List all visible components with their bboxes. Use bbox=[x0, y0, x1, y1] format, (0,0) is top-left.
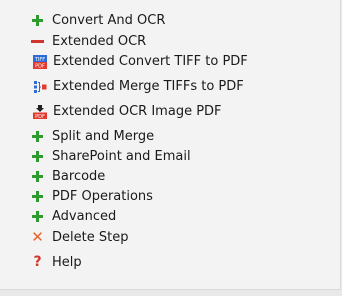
menu-item-label: Delete Step bbox=[52, 230, 129, 245]
menu-item-label: Split and Merge bbox=[52, 129, 155, 144]
menu-item-sharepoint-and-email[interactable]: SharePoint and Email bbox=[31, 149, 191, 164]
plus-icon bbox=[31, 170, 44, 183]
menu-item-pdf-operations[interactable]: PDF Operations bbox=[31, 189, 153, 204]
svg-text:PDF: PDF bbox=[35, 114, 45, 119]
submenu-item-label: Extended OCR Image PDF bbox=[53, 104, 222, 119]
plus-icon bbox=[31, 14, 44, 27]
menu-item-split-and-merge[interactable]: Split and Merge bbox=[31, 129, 154, 144]
menu-item-label: Barcode bbox=[52, 169, 106, 184]
merge-icon bbox=[34, 80, 47, 93]
ocr-pdf-icon: PDF bbox=[33, 104, 47, 119]
menu-item-label: Help bbox=[52, 255, 82, 270]
menu-item-advanced[interactable]: Advanced bbox=[31, 209, 116, 224]
plus-icon bbox=[31, 190, 44, 203]
submenu-item-extended-convert-tiff[interactable]: TIFF PDF Extended Convert TIFF to PDF bbox=[33, 54, 248, 69]
menu-item-delete-step[interactable]: ✕ Delete Step bbox=[31, 228, 129, 246]
menu-item-help[interactable]: ? Help bbox=[31, 254, 82, 270]
plus-icon bbox=[31, 210, 44, 223]
x-icon: ✕ bbox=[31, 228, 44, 246]
plus-icon bbox=[31, 130, 44, 143]
tiff-pdf-icon: TIFF PDF bbox=[33, 54, 47, 69]
menu-item-label: Extended OCR bbox=[52, 34, 147, 49]
submenu-item-label: Extended Merge TIFFs to PDF bbox=[53, 79, 244, 94]
plus-icon bbox=[31, 150, 44, 163]
step-menu-panel: Convert And OCR Extended OCR TIFF PDF Ex… bbox=[0, 0, 341, 290]
svg-text:TIFF: TIFF bbox=[34, 57, 45, 63]
menu-item-label: Advanced bbox=[52, 209, 117, 224]
submenu-item-extended-merge-tiffs[interactable]: Extended Merge TIFFs to PDF bbox=[33, 79, 244, 94]
submenu-item-extended-ocr-image-pdf[interactable]: PDF Extended OCR Image PDF bbox=[33, 104, 222, 119]
question-icon: ? bbox=[33, 254, 42, 270]
menu-item-label: SharePoint and Email bbox=[52, 149, 191, 164]
menu-item-extended-ocr[interactable]: Extended OCR bbox=[31, 34, 146, 49]
menu-item-convert-and-ocr[interactable]: Convert And OCR bbox=[31, 13, 165, 28]
menu-item-label: Convert And OCR bbox=[52, 13, 166, 28]
menu-item-label: PDF Operations bbox=[52, 189, 153, 204]
menu-item-barcode[interactable]: Barcode bbox=[31, 169, 105, 184]
svg-text:PDF: PDF bbox=[35, 63, 45, 68]
submenu-item-label: Extended Convert TIFF to PDF bbox=[53, 54, 248, 69]
minus-icon bbox=[31, 35, 44, 48]
